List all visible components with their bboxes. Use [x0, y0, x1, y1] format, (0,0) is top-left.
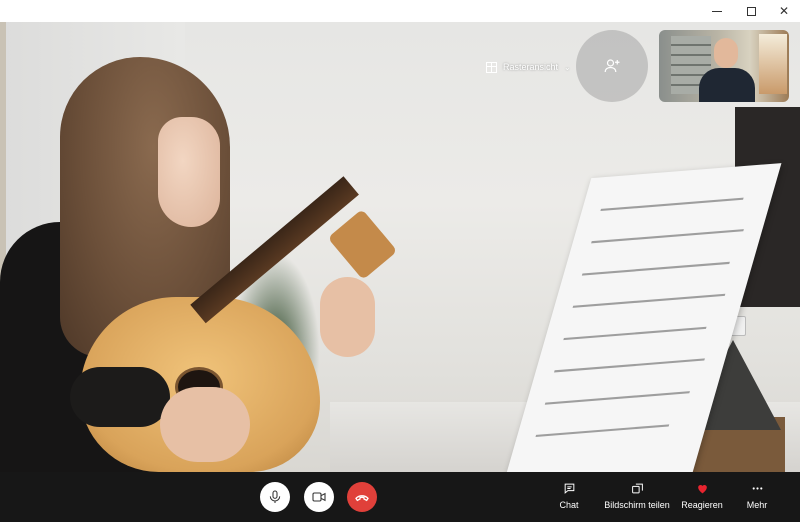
share-screen-button[interactable]: Bildschirm teilen: [600, 480, 674, 510]
minimize-icon: [712, 10, 722, 12]
video-camera-icon: [312, 492, 326, 502]
staff-line: [581, 261, 730, 276]
react-label: Reagieren: [681, 500, 723, 510]
staff-line: [563, 326, 707, 341]
add-person-icon: [604, 59, 620, 73]
grid-view-label: Rasteransicht: [503, 62, 559, 72]
microphone-icon: [269, 490, 281, 503]
staff-line: [544, 391, 690, 405]
camera-button[interactable]: [304, 482, 334, 512]
close-icon: ✕: [778, 4, 790, 18]
chat-icon: [564, 483, 574, 494]
staff-line: [535, 424, 670, 438]
preview-window: [759, 34, 787, 94]
maximize-icon: [746, 6, 756, 16]
react-button[interactable]: Reagieren: [680, 480, 724, 510]
share-screen-label: Bildschirm teilen: [604, 500, 670, 510]
staff-line: [600, 197, 744, 212]
more-label: Mehr: [746, 500, 768, 510]
chat-label: Chat: [559, 500, 579, 510]
grid-icon: [486, 61, 497, 73]
close-button[interactable]: ✕: [767, 0, 800, 22]
heart-icon: [697, 484, 707, 493]
self-preview-video[interactable]: [659, 30, 789, 102]
call-control-bar: Chat Bildschirm teilen Reagieren Mehr: [0, 472, 800, 522]
guitar-headstock: [327, 208, 398, 281]
add-participant-button[interactable]: [576, 30, 648, 102]
hang-up-button[interactable]: [347, 482, 377, 512]
window-frame: [0, 22, 6, 282]
maximize-button[interactable]: [734, 0, 768, 22]
staff-line: [591, 229, 744, 244]
grid-view-toggle[interactable]: Rasteransicht ⌄: [486, 58, 571, 76]
person-hand-fretting: [320, 277, 375, 357]
chevron-down-icon: ⌄: [564, 62, 571, 72]
hang-up-icon: [355, 495, 369, 502]
title-bar: ✕: [0, 0, 800, 22]
staff-line: [572, 293, 726, 308]
person-arm: [70, 367, 170, 427]
staff-line: [554, 358, 705, 373]
share-screen-icon: [631, 483, 643, 493]
more-button[interactable]: Mehr: [740, 480, 774, 510]
minimize-button[interactable]: [700, 0, 734, 22]
preview-person-body: [699, 68, 755, 102]
person-face: [158, 117, 220, 227]
chat-button[interactable]: Chat: [552, 480, 586, 510]
person-hand-strumming: [160, 387, 250, 462]
preview-person-head: [714, 38, 738, 68]
more-icon: [752, 486, 762, 490]
microphone-button[interactable]: [260, 482, 290, 512]
